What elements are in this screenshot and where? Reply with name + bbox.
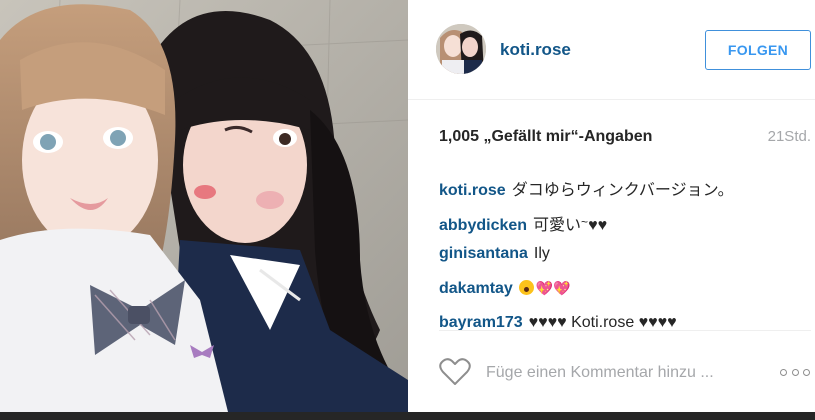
post-photo[interactable] bbox=[0, 0, 408, 420]
dot-icon bbox=[803, 368, 810, 376]
comment-text: Ily bbox=[533, 245, 550, 263]
comment-list: koti.rose ダコゆらウィンクバージョン。 abbydicken 可愛い~♥♥… bbox=[439, 176, 811, 349]
avatar[interactable] bbox=[436, 24, 486, 74]
comment-text: ダコゆらウィンクバージョン。 bbox=[511, 182, 734, 199]
comment-hearts: ♥♥ bbox=[588, 216, 608, 234]
comment-text: ♥♥♥♥ Koti.rose ♥♥♥♥ bbox=[528, 314, 677, 332]
likes-row: 1,005 „Gefällt mir“-Angaben 21Std. bbox=[439, 128, 811, 150]
surprised-face-icon bbox=[518, 279, 534, 295]
comment-item: koti.rose ダコゆらウィンクバージョン。 bbox=[439, 176, 811, 211]
dot-icon bbox=[780, 368, 787, 376]
comment-username[interactable]: abbydicken bbox=[439, 217, 527, 234]
comment-input[interactable] bbox=[486, 361, 766, 385]
post-username[interactable]: koti.rose bbox=[500, 40, 571, 60]
comment-username[interactable]: koti.rose bbox=[439, 182, 506, 199]
post-details-panel: koti.rose FOLGEN 1,005 „Gefällt mir“-Ang… bbox=[408, 0, 815, 420]
likes-count[interactable]: 1,005 „Gefällt mir“-Angaben bbox=[439, 128, 652, 146]
sparkling-heart-icon: 💖💖 bbox=[535, 279, 571, 296]
follow-button[interactable]: FOLGEN bbox=[705, 30, 811, 70]
comment-item: abbydicken 可愛い~♥♥ bbox=[439, 211, 811, 246]
comment-item: ginisantana Ily bbox=[439, 245, 811, 280]
bottom-bar bbox=[0, 412, 815, 420]
comment-item: dakamtay 💖💖 bbox=[439, 279, 811, 315]
comment-tilde: ~ bbox=[581, 214, 589, 229]
comment-item: bayram173 ♥♥♥♥ Koti.rose ♥♥♥♥ bbox=[439, 314, 811, 349]
post-actions bbox=[408, 345, 815, 400]
comment-username[interactable]: bayram173 bbox=[439, 314, 523, 331]
comment-username[interactable]: ginisantana bbox=[439, 245, 528, 262]
comment-username[interactable]: dakamtay bbox=[439, 280, 513, 297]
post-timestamp[interactable]: 21Std. bbox=[768, 128, 811, 145]
divider bbox=[439, 330, 811, 331]
dot-icon bbox=[791, 368, 799, 376]
comment-text: 可愛い bbox=[533, 216, 582, 234]
post-header: koti.rose FOLGEN bbox=[408, 0, 815, 100]
heart-outline-icon[interactable] bbox=[438, 357, 472, 387]
more-options-icon[interactable] bbox=[778, 357, 812, 387]
